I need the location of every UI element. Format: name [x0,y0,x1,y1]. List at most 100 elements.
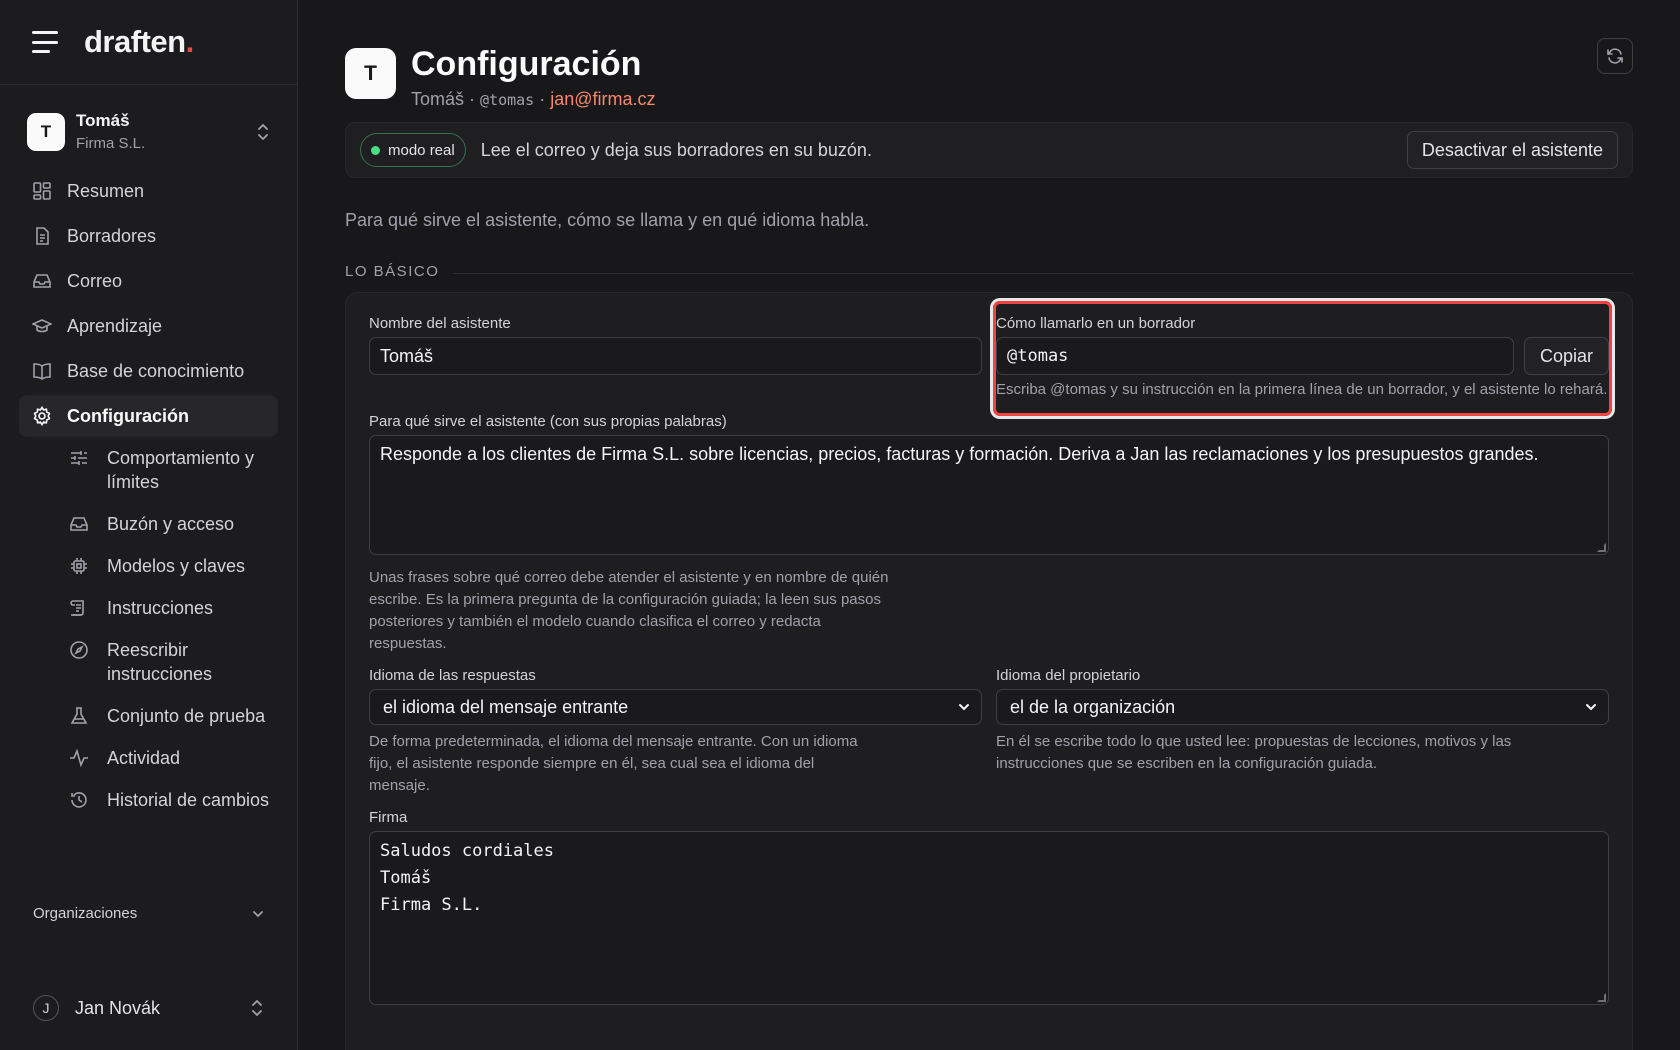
nav-label: Configuración [67,405,189,426]
nav-label: Borradores [67,225,157,246]
history-icon [69,790,89,810]
call-handle-input[interactable]: @tomas [996,337,1514,375]
owner-language-value: el de la organización [1010,696,1176,717]
subnav-label: Historial de cambios [107,790,270,810]
nav-item-base-conocimiento[interactable]: Base de conocimiento [19,350,278,392]
status-dot-icon [371,145,380,155]
nav-item-configuracion[interactable]: Configuración [19,395,278,437]
nav-label: Correo [67,270,123,291]
subnav-actividad[interactable]: Actividad [69,740,278,776]
owner-language-label: Idioma del propietario [996,667,1141,684]
divider [453,273,1633,274]
call-handle-label: Cómo llamarlo en un borrador [996,315,1196,332]
page-header: T Configuración Tomáš · @tomas · jan@fir… [345,0,1633,122]
purpose-text: Responde a los clientes de Firma S.L. so… [380,444,1539,464]
status-badge-label: modo real [388,141,455,159]
scroll-icon [69,598,89,618]
signature-textarea[interactable]: Saludos cordiales Tomáš Firma S.L. [369,831,1609,1005]
subnav-conjunto-prueba[interactable]: Conjunto de prueba [69,698,278,734]
subnav-reescribir[interactable]: Reescribir instrucciones [69,632,278,692]
subnav-label: Modelos y claves [107,556,246,576]
assistant-handle: @tomas [480,91,535,109]
activity-icon [69,748,89,768]
subnav-label: Actividad [107,748,181,768]
user-menu[interactable]: J Jan Novák [33,995,265,1021]
purpose-label: Para qué sirve el asistente (con sus pro… [369,413,727,430]
workspace-switcher[interactable]: T Tomáš Firma S.L. [0,85,297,152]
purpose-hint: Unas frases sobre qué correo debe atende… [369,569,889,652]
nav-item-resumen[interactable]: Resumen [19,170,278,212]
reply-language-select[interactable]: el idioma del mensaje entrante [369,689,982,725]
page-intro: Para qué sirve el asistente, cómo se lla… [345,210,870,230]
subnav-buzon[interactable]: Buzón y acceso [69,506,278,542]
inbox-icon [69,514,89,534]
status-banner: modo real Lee el correo y deja sus borra… [345,122,1633,178]
chevron-up-down-icon [252,1000,262,1016]
chevron-down-icon [253,910,263,917]
assistant-name: Tomáš [411,89,465,109]
document-icon [32,226,52,246]
separator: · [464,89,481,109]
main-nav: Resumen Borradores Correo Aprendizaje Ba… [0,170,297,818]
nav-item-correo[interactable]: Correo [19,260,278,302]
purpose-textarea[interactable]: Responde a los clientes de Firma S.L. so… [369,435,1609,555]
workspace-name: Tomáš [76,111,130,130]
menu-icon[interactable] [32,31,60,53]
reply-language-hint: De forma predeterminada, el idioma del m… [369,733,858,794]
nav-item-borradores[interactable]: Borradores [19,215,278,257]
reply-language-label: Idioma de las respuestas [369,667,536,684]
subnav-modelos[interactable]: Modelos y claves [69,548,278,584]
subnav-instrucciones[interactable]: Instrucciones [69,590,278,626]
graduation-cap-icon [32,316,52,336]
subnav-comportamiento[interactable]: Comportamiento y límites [69,440,278,500]
nav-label: Base de conocimiento [67,360,245,381]
assistant-email-link[interactable]: jan@firma.cz [550,89,655,109]
chevron-up-down-icon [258,123,268,140]
status-badge: modo real [360,133,466,167]
signature-line: Tomáš [380,868,432,888]
nav-label: Aprendizaje [67,315,163,336]
subnav-label: Reescribir instrucciones [107,640,213,684]
sliders-icon [69,448,89,468]
assistant-name-label: Nombre del asistente [369,315,511,332]
owner-language-select[interactable]: el de la organización [996,689,1609,725]
nav-item-aprendizaje[interactable]: Aprendizaje [19,305,278,347]
compass-icon [69,640,89,660]
assistant-meta: Tomáš · @tomas · jan@firma.cz [411,89,656,110]
organizations-toggle[interactable]: Organizaciones [33,905,265,922]
main-content: T Configuración Tomáš · @tomas · jan@fir… [298,0,1680,1050]
sidebar: draften. T Tomáš Firma S.L. Resumen Borr… [0,0,298,1050]
section-title: LO BÁSICO [345,263,440,280]
owner-language-hint: En él se escribe todo lo que usted lee: … [996,733,1512,772]
call-handle-hint: Escriba @tomas y su instrucción en la pr… [996,381,1608,398]
book-icon [32,361,52,381]
subnav-label: Conjunto de prueba [107,706,266,726]
gear-icon [32,406,52,426]
deactivate-assistant-button[interactable]: Desactivar el asistente [1406,131,1618,169]
chevron-down-icon [1586,704,1596,711]
nav-label: Resumen [67,180,145,201]
subnav-label: Buzón y acceso [107,514,235,534]
chevron-down-icon [959,704,969,711]
resize-handle-icon[interactable] [1597,543,1606,552]
assistant-name-input[interactable]: Tomáš [369,337,982,375]
subnav-historial[interactable]: Historial de cambios [69,782,278,818]
reply-language-value: el idioma del mensaje entrante [383,696,629,717]
refresh-icon [1607,48,1623,64]
separator: · [534,89,551,109]
refresh-button[interactable] [1597,38,1633,74]
user-name: Jan Novák [75,997,161,1018]
logo[interactable]: draften. [84,24,194,60]
copy-button[interactable]: Copiar [1523,337,1609,375]
flask-icon [69,706,89,726]
workspace-avatar: T [27,112,65,151]
organizations-label: Organizaciones [33,905,138,922]
signature-label: Firma [369,809,408,826]
settings-subnav: Comportamiento y límites Buzón y acceso … [19,440,278,818]
subnav-label: Instrucciones [107,598,214,618]
workspace-org: Firma S.L. [76,135,146,152]
resize-handle-icon[interactable] [1597,993,1606,1002]
subnav-label: Comportamiento y límites [107,448,255,492]
assistant-avatar: T [345,48,396,99]
chip-icon [69,556,89,576]
